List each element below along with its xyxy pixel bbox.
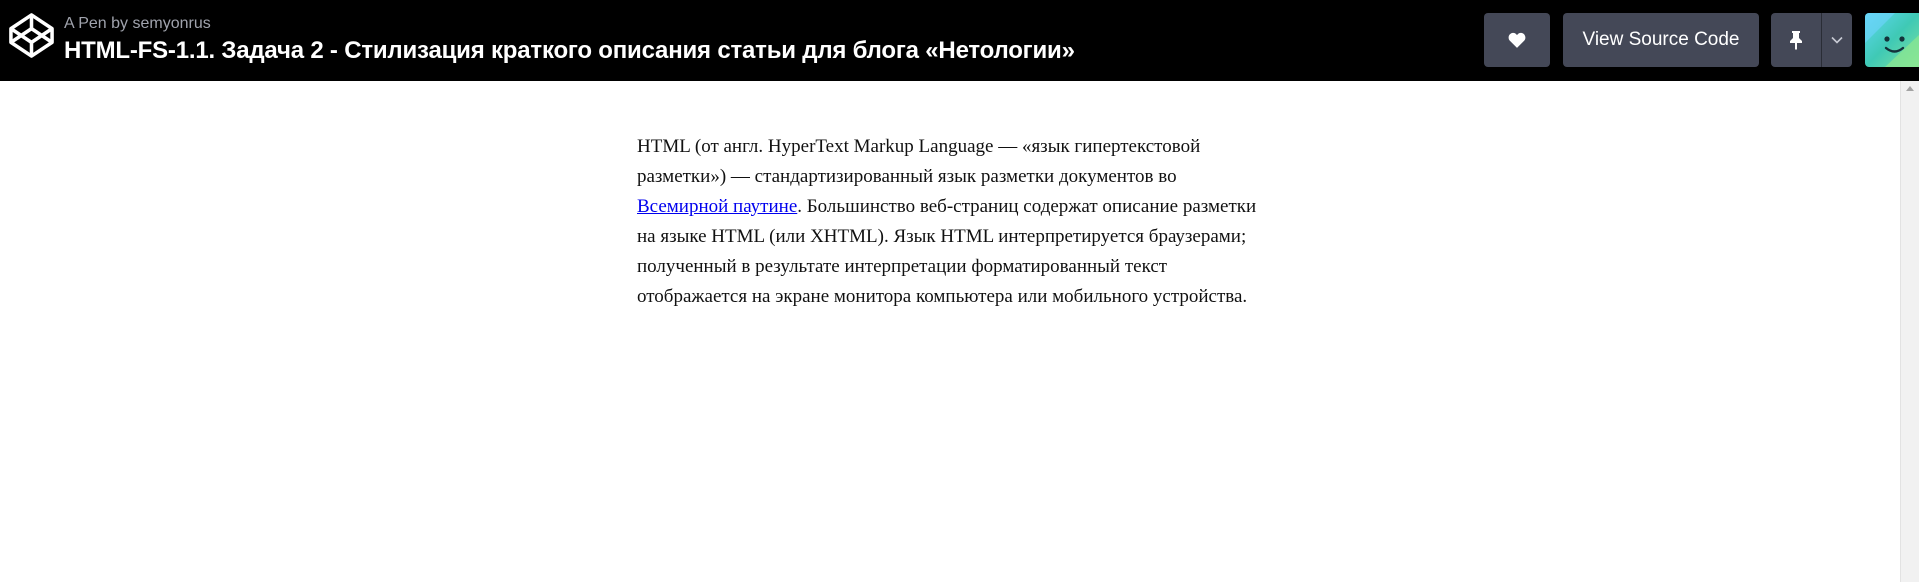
avatar-face-icon xyxy=(1865,13,1919,67)
page-title: HTML-FS-1.1. Задача 2 - Стилизация кратк… xyxy=(64,37,1075,64)
vertical-scrollbar[interactable] xyxy=(1900,81,1919,582)
pin-icon xyxy=(1790,31,1802,50)
scroll-up-arrow-icon[interactable] xyxy=(1906,86,1914,91)
pin-options-button[interactable] xyxy=(1822,13,1852,67)
pin-button[interactable] xyxy=(1771,13,1821,67)
codepen-logo-icon[interactable] xyxy=(8,12,55,59)
chevron-down-icon xyxy=(1831,36,1843,44)
like-button[interactable] xyxy=(1484,13,1550,67)
world-wide-web-link[interactable]: Всемирной паутине xyxy=(637,196,797,217)
pen-author[interactable]: A Pen by semyonrus xyxy=(64,15,211,33)
article-text-start: HTML (от англ. HyperText Markup Language… xyxy=(637,136,1201,187)
avatar[interactable] xyxy=(1865,13,1919,67)
pen-preview: HTML (от англ. HyperText Markup Language… xyxy=(0,81,1900,582)
pen-header: A Pen by semyonrus HTML-FS-1.1. Задача 2… xyxy=(0,0,1919,81)
heart-icon xyxy=(1508,32,1526,48)
view-source-button[interactable]: View Source Code xyxy=(1563,13,1759,67)
article-description: HTML (от англ. HyperText Markup Language… xyxy=(637,132,1267,312)
